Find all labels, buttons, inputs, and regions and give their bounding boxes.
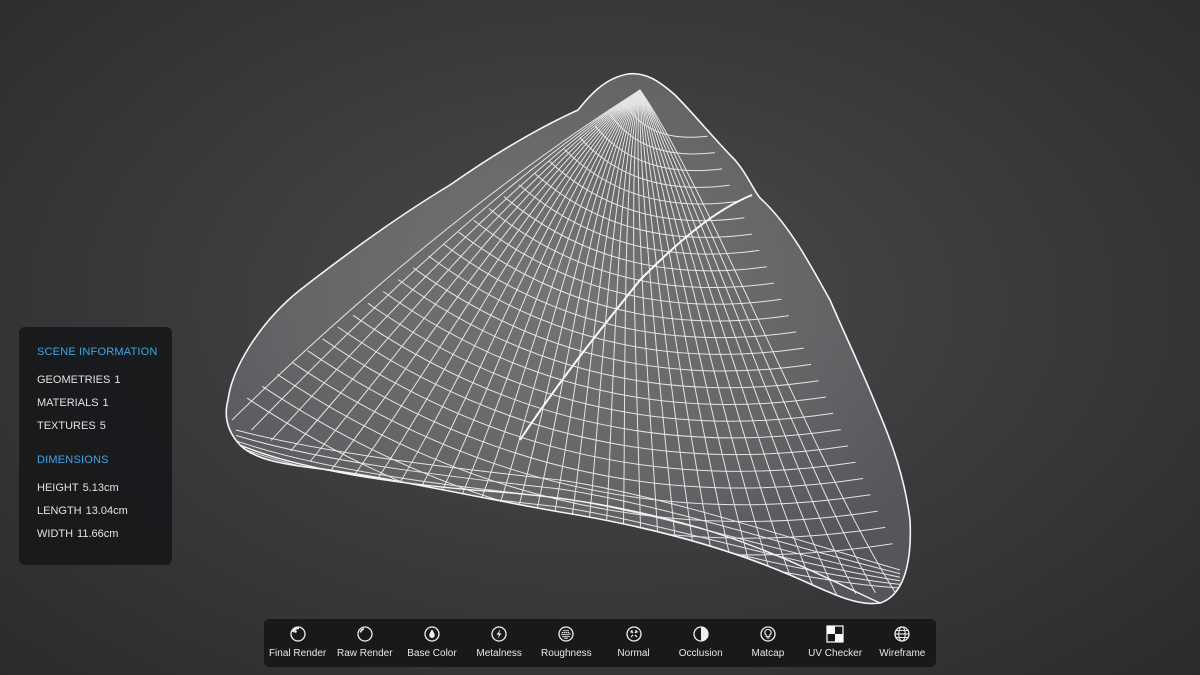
- width-label: WIDTH: [37, 528, 74, 540]
- uv-checker-button[interactable]: UV Checker: [802, 619, 869, 667]
- height-label: HEIGHT: [37, 482, 79, 494]
- metalness-button[interactable]: Metalness: [466, 619, 533, 667]
- occlusion-icon: [693, 626, 709, 642]
- textures-value: 5: [99, 420, 106, 432]
- width-value: 11.66cm: [77, 528, 119, 540]
- length-row: LENGTH 13.04cm: [37, 504, 172, 518]
- scene-info-panel: SCENE INFORMATION GEOMETRIES 1 MATERIALS 1…: [19, 327, 172, 565]
- occlusion-label: Occlusion: [678, 648, 723, 659]
- base-color-icon: [424, 626, 440, 642]
- raw-render-label: Raw Render: [336, 648, 393, 659]
- scene-information-title: SCENE INFORMATION: [37, 346, 158, 358]
- uv-checker-label: UV Checker: [808, 648, 863, 659]
- normal-label: Normal: [617, 648, 650, 659]
- 3d-viewport[interactable]: SCENE INFORMATION GEOMETRIES 1 MATERIALS 1…: [0, 0, 1200, 675]
- base-color-button[interactable]: Base Color: [398, 619, 465, 667]
- render-mode-toolbar: Final Render Raw Render Base Color Metal…: [264, 619, 936, 667]
- wireframe-label: Wireframe: [879, 648, 926, 659]
- metalness-icon: [491, 626, 507, 642]
- normal-button[interactable]: Normal: [600, 619, 667, 667]
- dimensions-title: DIMENSIONS: [37, 454, 109, 466]
- roughness-button[interactable]: Roughness: [533, 619, 600, 667]
- length-label: LENGTH: [37, 505, 82, 517]
- final-render-button[interactable]: Final Render: [264, 619, 331, 667]
- height-row: HEIGHT 5.13cm: [37, 481, 172, 495]
- roughness-label: Roughness: [541, 648, 592, 659]
- metalness-label: Metalness: [476, 648, 522, 659]
- base-color-label: Base Color: [407, 648, 457, 659]
- textures-row: TEXTURES 5: [37, 419, 172, 433]
- materials-label: MATERIALS: [37, 397, 99, 409]
- raw-render-button[interactable]: Raw Render: [331, 619, 398, 667]
- uv-checker-icon: [826, 625, 844, 643]
- wireframe-icon: [894, 626, 910, 642]
- height-value: 5.13cm: [82, 482, 119, 494]
- matcap-icon: [760, 626, 776, 642]
- geometries-label: GEOMETRIES: [37, 374, 111, 386]
- materials-value: 1: [102, 397, 109, 409]
- roughness-icon: [558, 626, 574, 642]
- normal-icon: [625, 626, 642, 642]
- matcap-label: Matcap: [751, 648, 785, 659]
- materials-row: MATERIALS 1: [37, 396, 172, 410]
- geometries-row: GEOMETRIES 1: [37, 373, 172, 387]
- width-row: WIDTH 11.66cm: [37, 527, 172, 541]
- occlusion-button[interactable]: Occlusion: [667, 619, 734, 667]
- wireframe-model[interactable]: [0, 0, 1200, 675]
- matcap-button[interactable]: Matcap: [734, 619, 801, 667]
- length-value: 13.04cm: [85, 505, 128, 517]
- textures-label: TEXTURES: [37, 420, 96, 432]
- final-render-label: Final Render: [268, 648, 327, 659]
- raw-render-icon: [357, 626, 373, 642]
- wireframe-button[interactable]: Wireframe: [869, 619, 936, 667]
- final-render-icon: [289, 626, 306, 642]
- geometries-value: 1: [114, 374, 121, 386]
